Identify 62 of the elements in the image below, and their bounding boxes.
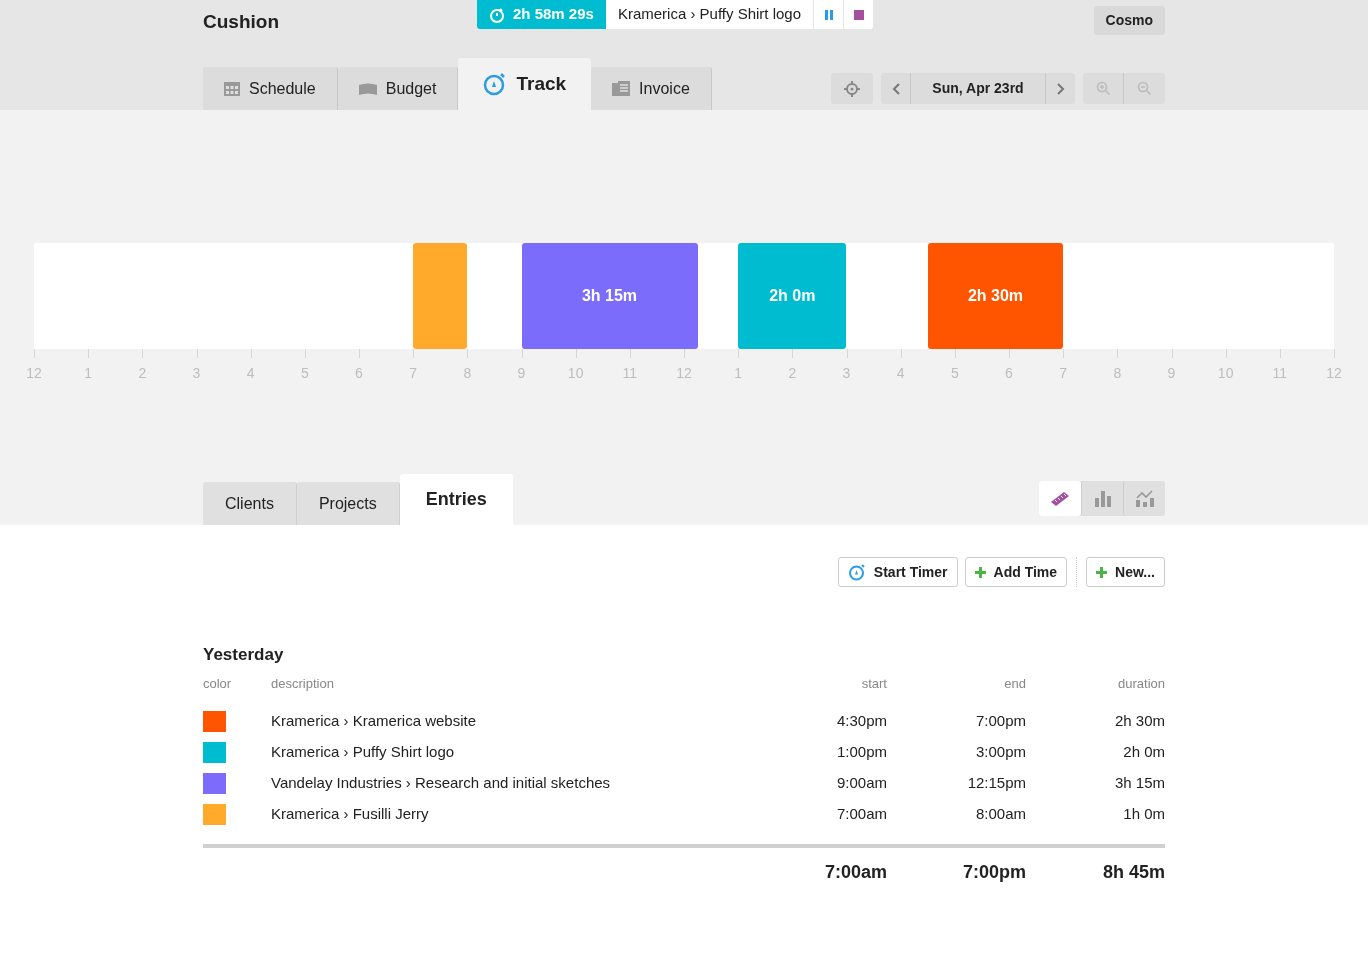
table-cell-text: 1:00pm [835,741,887,762]
stopwatch-icon [847,563,866,581]
view-tab[interactable]: Clients [203,482,297,525]
locate-button[interactable] [831,73,873,104]
table-cell-text: 12:15pm [966,772,1026,793]
table-cell-text: 7:00pm [974,710,1026,731]
ruler-icon [1051,491,1069,506]
document-icon [612,81,631,96]
trend-chart-icon [1135,490,1154,507]
table-cell-text: 3:00pm [974,741,1026,762]
timer-task: Kramerica › Puffy Shirt logo [605,0,814,29]
app-title: Cushion [203,10,279,34]
chevron-right-icon [1056,82,1065,95]
total-cell-text: 7:00pm [961,861,1026,884]
stop-button[interactable] [843,0,874,29]
nav-tab[interactable]: Budget [337,67,459,110]
table-cell-text: Kramerica › Puffy Shirt logo [271,741,456,762]
action-button[interactable]: New... [1086,557,1165,587]
action-button[interactable]: Add Time [964,557,1068,587]
table-cell-text: 2h 30m [1113,710,1165,731]
section-heading: Yesterday [203,644,285,666]
column-header: description [271,674,335,693]
bar-chart-icon [1094,490,1111,507]
nav-tab[interactable]: Invoice [591,67,712,110]
table-cell-text: 7:00am [835,803,887,824]
pause-button[interactable] [813,0,844,29]
zoom-in-icon [1095,81,1111,96]
table-cell-text: 8:00am [974,803,1026,824]
table-cell-text: Kramerica › Kramerica website [271,710,478,731]
crosshair-icon [844,80,860,97]
column-header: duration [1117,674,1165,693]
table-cell-text: 1h 0m [1122,803,1165,824]
banknote-icon [358,82,377,95]
chevron-left-icon [891,82,900,95]
column-header: color [203,674,233,693]
table-cell-text: 3h 15m [1113,772,1165,793]
stopwatch-icon [489,6,505,23]
plus-icon [1096,566,1108,578]
table-cell-text: 9:00am [835,772,887,793]
view-tab[interactable]: Projects [296,482,400,525]
column-header: end [1003,674,1026,693]
pause-icon [824,9,833,20]
plus-icon [974,566,986,578]
view-tab[interactable]: Entries [399,474,513,525]
user-button[interactable]: Cosmo [1093,6,1165,35]
action-button[interactable]: Start Timer [837,557,958,587]
calendar-icon [224,81,240,96]
date-label: Sun, Apr 23rd [931,79,1025,98]
nav-tab[interactable]: Schedule [203,67,338,110]
zoom-out-icon [1137,81,1152,96]
table-cell-text: 4:30pm [835,710,887,731]
timer-elapsed: 2h 58m 29s [513,4,594,25]
time-block[interactable]: 3h 15m [521,243,698,349]
nav-tab[interactable]: Track [458,58,592,110]
table-cell-text: Kramerica › Fusilli Jerry [271,803,430,824]
stop-icon [853,9,864,20]
view-toggle[interactable] [1039,481,1081,516]
total-cell-text: 8h 45m [1101,861,1165,884]
table-cell-text: 2h 0m [1122,741,1165,762]
column-header: start [860,674,887,693]
table-cell-text: Vandelay Industries › Research and initial sketches [271,772,612,793]
total-cell-text: 7:00am [823,861,887,884]
